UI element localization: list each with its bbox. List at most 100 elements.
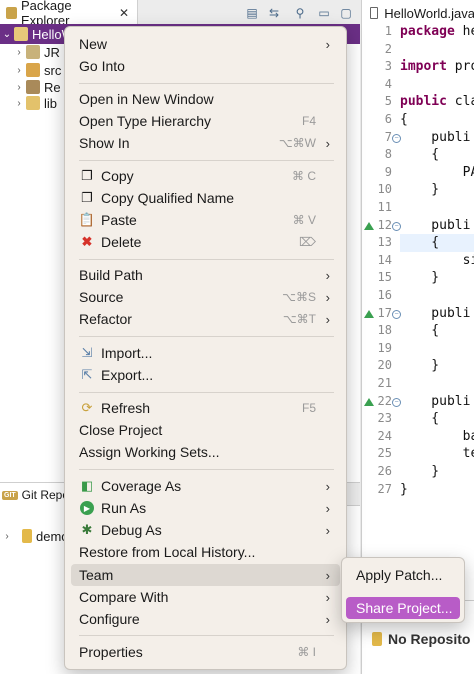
source-folder-icon xyxy=(26,63,40,77)
menu-label: New xyxy=(79,36,108,52)
menu-separator xyxy=(79,83,334,84)
menu-item-configure[interactable]: Configure › xyxy=(71,608,340,630)
line-number: 19 xyxy=(377,340,392,355)
menu-separator xyxy=(79,635,334,636)
menu-item-run-as[interactable]: ▶ Run As › xyxy=(71,497,340,519)
menu-separator xyxy=(79,259,334,260)
menu-item-refactor[interactable]: Refactor ⌥⌘T › xyxy=(71,308,340,330)
menu-item-coverage-as[interactable]: ◧ Coverage As › xyxy=(71,475,340,497)
tab-package-explorer[interactable]: Package Explorer ✕ xyxy=(0,0,138,28)
referenced-libraries-icon xyxy=(26,80,40,94)
filter-icon[interactable]: ⚲ xyxy=(292,5,308,21)
code-line: te xyxy=(400,446,474,462)
keyword: public xyxy=(400,94,447,110)
keyword: import xyxy=(400,59,447,75)
tab-helloworld-java[interactable]: HelloWorld.java xyxy=(362,0,474,26)
chevron-right-icon: › xyxy=(325,500,330,516)
line-number: 2 xyxy=(384,41,392,56)
menu-separator xyxy=(79,469,334,470)
line-number: 24 xyxy=(377,428,392,443)
menu-item-refresh[interactable]: ⟳ Refresh F5 xyxy=(71,397,340,419)
chevron-right-icon: › xyxy=(325,611,330,627)
minimize-icon[interactable]: ▭ xyxy=(316,5,332,21)
menu-item-delete[interactable]: ✖ Delete ⌦ xyxy=(71,231,340,253)
chevron-right-icon: › xyxy=(325,311,330,327)
menu-item-source[interactable]: Source ⌥⌘S › xyxy=(71,286,340,308)
tree-item-jre[interactable]: › JR xyxy=(12,42,60,62)
menu-item-copy[interactable]: ❐ Copy ⌘ C xyxy=(71,165,340,187)
line-number: 25 xyxy=(377,446,392,461)
line-number: 8 xyxy=(384,147,392,162)
folder-icon xyxy=(26,96,40,110)
tree-item-lib[interactable]: › lib xyxy=(12,93,57,113)
menu-label: Source xyxy=(79,289,124,305)
refresh-icon: ⟳ xyxy=(81,400,93,415)
code-line: } xyxy=(400,464,440,479)
copy-icon: ❐ xyxy=(81,190,93,205)
shortcut-label: ⌥⌘S xyxy=(282,290,316,304)
menu-item-new[interactable]: New › xyxy=(71,33,340,55)
menu-label: Team xyxy=(79,567,114,583)
code-line: } xyxy=(400,481,408,497)
close-icon[interactable]: ✕ xyxy=(119,6,129,20)
project-icon xyxy=(14,27,28,41)
collapse-all-icon[interactable]: ▤ xyxy=(244,5,260,21)
no-repository-label: No Reposito xyxy=(388,631,471,647)
menu-item-go-into[interactable]: Go Into xyxy=(71,55,340,77)
menu-separator xyxy=(79,336,334,337)
menu-item-apply-patch[interactable]: Apply Patch... xyxy=(346,564,460,586)
menu-item-restore-local-history[interactable]: Restore from Local History... xyxy=(71,541,340,563)
import-icon: ⇲ xyxy=(81,345,93,360)
menu-label: Copy Qualified Name xyxy=(101,190,235,206)
menu-item-paste[interactable]: 📋 Paste ⌘ V xyxy=(71,209,340,231)
menu-item-close-project[interactable]: Close Project xyxy=(71,419,340,441)
menu-item-properties[interactable]: Properties ⌘ I xyxy=(71,641,340,663)
code-line: publi xyxy=(400,217,471,233)
maximize-icon[interactable]: ▢ xyxy=(338,5,354,21)
tree-item-repo[interactable]: › demo xyxy=(0,526,68,546)
override-marker-icon[interactable] xyxy=(364,309,374,318)
code-line: publi xyxy=(400,129,471,145)
menu-item-build-path[interactable]: Build Path › xyxy=(71,264,340,286)
link-with-editor-icon[interactable]: ⇆ xyxy=(266,5,282,21)
line-number: 11 xyxy=(377,200,392,214)
chevron-right-icon: › xyxy=(325,589,330,605)
shortcut-label: ⌘ I xyxy=(297,645,316,659)
override-marker-icon[interactable] xyxy=(364,397,374,406)
menu-item-open-in-new-window[interactable]: Open in New Window xyxy=(71,88,340,110)
eclipse-window: Package Explorer ✕ ▤ ⇆ ⚲ ▭ ▢ ⌄ HelloW › … xyxy=(0,0,474,674)
menu-item-export[interactable]: ⇱ Export... xyxy=(71,364,340,386)
chevron-right-icon: › xyxy=(325,36,330,52)
menu-label: Apply Patch... xyxy=(356,567,443,583)
menu-item-open-type-hierarchy[interactable]: Open Type Hierarchy F4 xyxy=(71,110,340,132)
library-icon xyxy=(26,45,40,59)
chevron-right-icon[interactable]: › xyxy=(12,82,26,93)
chevron-right-icon[interactable]: › xyxy=(0,531,14,542)
menu-item-copy-qualified-name[interactable]: ❐ Copy Qualified Name xyxy=(71,187,340,209)
chevron-right-icon[interactable]: › xyxy=(12,47,26,58)
chevron-right-icon[interactable]: › xyxy=(12,98,26,109)
line-number: 16 xyxy=(377,288,392,302)
menu-label: Refresh xyxy=(101,400,151,416)
chevron-down-icon[interactable]: ⌄ xyxy=(0,29,14,40)
menu-label: Configure xyxy=(79,611,140,627)
code-line: } xyxy=(400,182,440,198)
chevron-right-icon[interactable]: › xyxy=(12,65,26,76)
code-line: { xyxy=(400,147,440,163)
menu-item-show-in[interactable]: Show In ⌥⌘W › xyxy=(71,132,340,154)
context-menu: New › Go Into Open in New Window Open Typ… xyxy=(64,26,347,670)
tree-item-label: JR xyxy=(44,44,60,60)
package-explorer-icon xyxy=(6,7,17,19)
copy-icon: ❐ xyxy=(81,168,93,183)
menu-item-import[interactable]: ⇲ Import... xyxy=(71,342,340,364)
code-line: import pro xyxy=(400,59,474,75)
menu-separator xyxy=(79,160,334,161)
menu-item-compare-with[interactable]: Compare With › xyxy=(71,586,340,608)
override-marker-icon[interactable] xyxy=(364,221,374,230)
menu-item-assign-working-sets[interactable]: Assign Working Sets... xyxy=(71,441,340,463)
keyword: package xyxy=(400,24,455,39)
menu-item-share-project[interactable]: Share Project... xyxy=(346,597,460,619)
menu-item-debug-as[interactable]: ✱ Debug As › xyxy=(71,519,340,541)
menu-item-team[interactable]: Team › xyxy=(71,564,340,586)
delete-icon: ✖ xyxy=(81,234,93,249)
